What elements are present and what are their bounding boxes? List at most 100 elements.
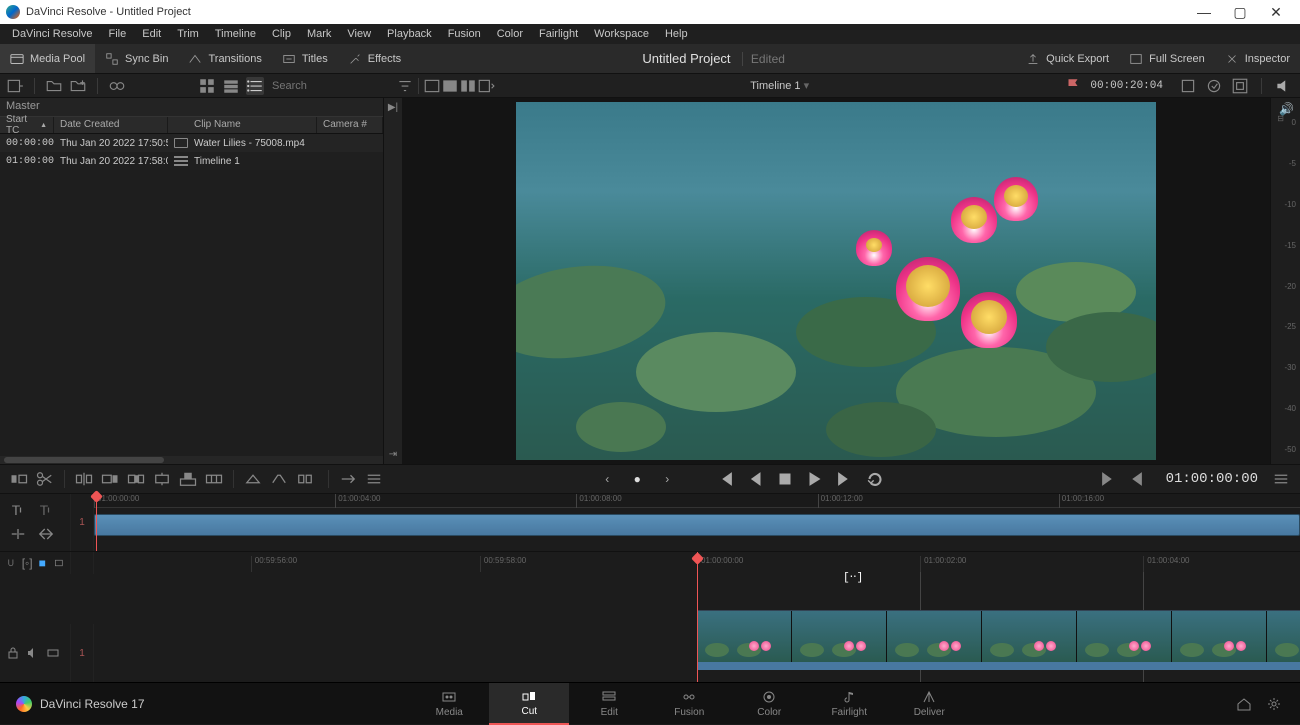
append-button[interactable] <box>99 469 121 489</box>
quick-export-button[interactable]: Quick Export <box>1016 44 1119 73</box>
smart-insert-button[interactable] <box>73 469 95 489</box>
menu-timeline[interactable]: Timeline <box>207 28 264 40</box>
marker-flag-icon[interactable] <box>1064 77 1082 95</box>
play-button[interactable] <box>804 468 826 490</box>
list-view-button[interactable] <box>246 77 264 95</box>
tools-button-2[interactable] <box>1205 77 1223 95</box>
lower-track-index[interactable]: 1 <box>70 624 94 682</box>
next-clip-icon[interactable]: ▶| <box>388 102 398 113</box>
split-clip-button[interactable] <box>34 469 56 489</box>
media-pool-hscroll[interactable] <box>0 456 383 464</box>
viewer-canvas[interactable] <box>402 98 1270 464</box>
prev-frame-button[interactable] <box>744 468 766 490</box>
boring-detector-button[interactable] <box>8 469 30 489</box>
tl-auto-button[interactable]: T <box>34 500 58 520</box>
menu-trim[interactable]: Trim <box>169 28 207 40</box>
close-button[interactable]: ✕ <box>1258 4 1294 21</box>
media-row[interactable]: 00:00:00:00 Thu Jan 20 2022 17:50:55 Wat… <box>0 134 383 152</box>
smooth-cut-button[interactable] <box>268 469 290 489</box>
tl-sync2-button[interactable] <box>34 524 58 544</box>
snap-toggle[interactable] <box>6 556 16 570</box>
tl-lock-button[interactable]: T <box>6 500 30 520</box>
close-up-button[interactable] <box>151 469 173 489</box>
strip-view-button[interactable] <box>222 77 240 95</box>
thumbnail-view-button[interactable] <box>198 77 216 95</box>
folder-button[interactable] <box>45 77 63 95</box>
upper-ruler[interactable]: 01:00:00:00 01:00:04:00 01:00:08:00 01:0… <box>94 494 1300 508</box>
bin-header[interactable]: Master <box>0 98 383 116</box>
import-media-button[interactable] <box>6 77 24 95</box>
audio-trim-toggle[interactable]: ■ <box>39 556 49 570</box>
video-track-clip[interactable] <box>697 610 1300 662</box>
search-input[interactable] <box>270 78 370 94</box>
track-lock-button[interactable] <box>6 646 20 660</box>
tools-button-a[interactable] <box>337 469 359 489</box>
upper-playhead[interactable] <box>96 494 97 551</box>
tools-button-1[interactable] <box>1179 77 1197 95</box>
jog-right-button[interactable]: › <box>656 468 678 490</box>
jog-left-button[interactable]: ‹ <box>596 468 618 490</box>
tools-button-b[interactable] <box>363 469 385 489</box>
media-row[interactable]: 01:00:00:00 Thu Jan 20 2022 17:58:09 Tim… <box>0 152 383 170</box>
timeline-options-button[interactable] <box>1270 469 1292 489</box>
folder-add-button[interactable] <box>69 77 87 95</box>
place-on-top-button[interactable] <box>177 469 199 489</box>
source-tape-button[interactable] <box>108 77 126 95</box>
go-start-button[interactable] <box>714 468 736 490</box>
prev-edit-button[interactable] <box>1124 468 1146 490</box>
mute-button[interactable] <box>1274 77 1292 95</box>
sort-button[interactable] <box>396 77 414 95</box>
menu-davinci[interactable]: DaVinci Resolve <box>4 28 101 40</box>
transitions-toggle[interactable]: Transitions <box>178 44 271 73</box>
menu-workspace[interactable]: Workspace <box>586 28 657 40</box>
jump-end-icon[interactable]: ⇥ <box>389 449 397 460</box>
lower-playhead[interactable] <box>697 552 698 682</box>
viewer-picker-3[interactable] <box>459 77 477 95</box>
col-camera[interactable]: Camera # <box>317 117 383 133</box>
track-audio-button[interactable] <box>26 646 40 660</box>
menu-clip[interactable]: Clip <box>264 28 299 40</box>
viewer-picker-dropdown[interactable] <box>477 77 495 95</box>
col-date-created[interactable]: Date Created <box>54 117 168 133</box>
upper-track-index[interactable]: 1 <box>70 494 94 551</box>
menu-fairlight[interactable]: Fairlight <box>531 28 586 40</box>
track-video-button[interactable] <box>46 646 60 660</box>
viewer-picker-1[interactable] <box>423 77 441 95</box>
upper-track[interactable]: 01:00:00:00 01:00:04:00 01:00:08:00 01:0… <box>94 494 1300 551</box>
media-pool-toggle[interactable]: Media Pool <box>0 44 95 73</box>
lower-track-area[interactable]: 00:59:56:00 00:59:58:00 01:00:00:00 01:0… <box>94 552 1300 682</box>
jog-dot-button[interactable]: ● <box>626 468 648 490</box>
tl-sync-button[interactable] <box>6 524 30 544</box>
cut-button[interactable] <box>294 469 316 489</box>
menu-view[interactable]: View <box>339 28 379 40</box>
go-end-button[interactable] <box>834 468 856 490</box>
col-start-tc[interactable]: Start TC▲ <box>0 117 54 133</box>
dissolve-button[interactable] <box>242 469 264 489</box>
source-overwrite-button[interactable] <box>203 469 225 489</box>
effects-toggle[interactable]: Effects <box>338 44 411 73</box>
timeline-name-label[interactable]: Timeline 1 ▾ <box>744 79 815 92</box>
audio-track-clip[interactable] <box>697 662 1300 670</box>
inspector-toggle[interactable]: Inspector <box>1215 44 1300 73</box>
titles-toggle[interactable]: Titles <box>272 44 338 73</box>
loop-button[interactable] <box>864 468 886 490</box>
stop-button[interactable] <box>774 468 796 490</box>
menu-color[interactable]: Color <box>489 28 531 40</box>
marker-toggle[interactable]: [◦] <box>22 556 33 570</box>
upper-clip[interactable] <box>94 514 1300 536</box>
menu-help[interactable]: Help <box>657 28 696 40</box>
menu-mark[interactable]: Mark <box>299 28 339 40</box>
minimize-button[interactable]: — <box>1186 4 1222 20</box>
full-screen-button[interactable]: Full Screen <box>1119 44 1215 73</box>
viewer-picker-2[interactable] <box>441 77 459 95</box>
maximize-button[interactable]: ▢ <box>1222 4 1258 21</box>
sync-bin-toggle[interactable]: Sync Bin <box>95 44 178 73</box>
safe-area-button[interactable] <box>1231 77 1249 95</box>
menu-fusion[interactable]: Fusion <box>440 28 489 40</box>
video-trim-toggle[interactable] <box>54 556 64 570</box>
ripple-overwrite-button[interactable] <box>125 469 147 489</box>
menu-playback[interactable]: Playback <box>379 28 440 40</box>
col-clip-name[interactable]: Clip Name <box>168 117 317 133</box>
timeline-timecode[interactable]: 01:00:00:00 <box>1154 471 1270 487</box>
next-edit-button[interactable] <box>1098 468 1120 490</box>
